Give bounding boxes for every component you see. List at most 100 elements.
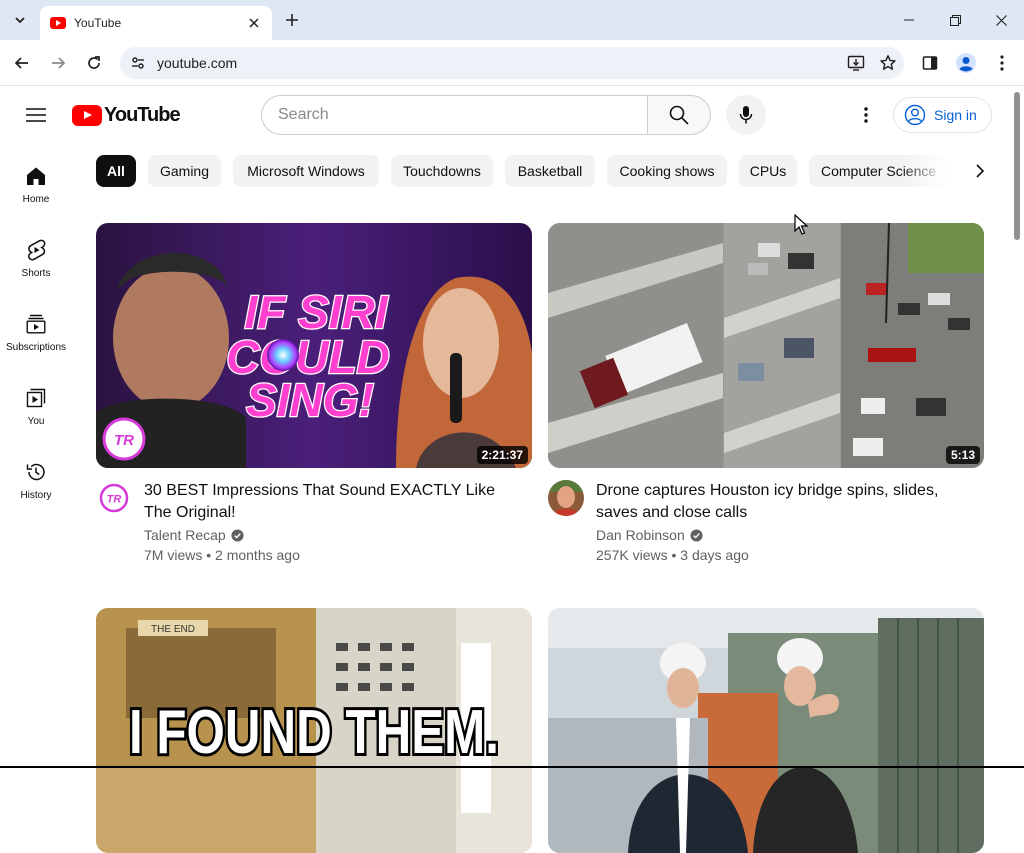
install-app-button[interactable]: [840, 47, 872, 79]
video-title[interactable]: 30 BEST Impressions That Sound EXACTLY L…: [144, 480, 514, 524]
subscriptions-icon: [24, 312, 48, 336]
star-icon: [880, 55, 896, 70]
restore-button[interactable]: [932, 4, 978, 36]
bookmark-button[interactable]: [872, 47, 904, 79]
chip-touchdowns[interactable]: Touchdowns: [391, 155, 493, 187]
chevron-right-icon: [976, 164, 985, 178]
channel-avatar[interactable]: TR: [96, 480, 132, 516]
thumbnail-image: IF SIRI COULD SING! TR: [96, 223, 532, 468]
scrollbar-thumb[interactable]: [1014, 92, 1020, 240]
youtube-favicon-icon: [50, 17, 66, 29]
search-icon: [669, 105, 689, 125]
thumbnail-image: [548, 608, 984, 853]
minimize-button[interactable]: [886, 4, 932, 36]
avatar-badge-text: TR: [107, 494, 122, 506]
video-card[interactable]: THE END I FOUND THEM.: [96, 608, 532, 853]
guide-menu-button[interactable]: [20, 99, 52, 131]
side-panel-icon: [922, 56, 938, 70]
back-button[interactable]: [8, 49, 36, 77]
guide-label: You: [27, 416, 45, 427]
chip-cooking-shows[interactable]: Cooking shows: [607, 155, 727, 187]
channel-name[interactable]: Talent Recap: [144, 527, 226, 543]
home-icon: [24, 164, 48, 188]
profile-avatar-icon: [956, 53, 976, 73]
minimize-icon: [904, 19, 914, 21]
account-circle-icon: [904, 104, 926, 126]
page-scrollbar[interactable]: [1010, 86, 1024, 768]
guide-label: History: [20, 490, 52, 501]
reload-button[interactable]: [80, 49, 108, 77]
video-thumbnail[interactable]: IF SIRI COULD SING! TR 2:21:37: [96, 223, 532, 468]
video-stats: 7M views • 2 months ago: [144, 547, 300, 563]
channel-name-row: Talent Recap: [144, 527, 244, 543]
more-vert-icon: [864, 107, 868, 123]
channel-name-row: Dan Robinson: [596, 527, 703, 543]
chip-gaming[interactable]: Gaming: [148, 155, 221, 187]
tab-search-button[interactable]: [8, 8, 32, 32]
browser-tab[interactable]: YouTube: [40, 6, 272, 40]
side-panel-button[interactable]: [916, 49, 944, 77]
video-duration: 5:13: [945, 446, 980, 464]
url-text: youtube.com: [157, 55, 238, 71]
close-icon: [995, 14, 1007, 26]
hamburger-menu-icon: [26, 108, 46, 122]
sign-in-button[interactable]: Sign in: [893, 97, 992, 133]
thumb-text-line3: SING!: [246, 374, 374, 426]
chip-microsoft-windows[interactable]: Microsoft Windows: [233, 155, 379, 187]
youtube-play-logo-icon: [72, 104, 102, 126]
video-card[interactable]: IF SIRI COULD SING! TR 2:21:37 TR 30 BES…: [96, 223, 532, 568]
video-card[interactable]: 5:13 Drone captures Houston icy bridge s…: [548, 223, 984, 568]
more-vert-icon: [1000, 55, 1004, 71]
history-icon: [24, 460, 48, 484]
close-icon: [249, 18, 259, 28]
install-icon: [847, 55, 865, 71]
chevron-down-icon: [15, 17, 25, 24]
video-duration: 2:21:37: [476, 446, 528, 464]
forward-button[interactable]: [44, 49, 72, 77]
guide-item-history[interactable]: History: [0, 440, 72, 510]
thumbnail-image: [548, 223, 984, 468]
guide-item-home[interactable]: Home: [0, 144, 72, 214]
voice-search-button[interactable]: [726, 95, 766, 135]
guide-item-shorts[interactable]: Shorts: [0, 218, 72, 288]
channel-name[interactable]: Dan Robinson: [596, 527, 685, 543]
chips-fade: [900, 155, 960, 187]
address-bar[interactable]: youtube.com: [120, 47, 904, 79]
restore-icon: [949, 14, 961, 26]
youtube-logo[interactable]: YouTube: [72, 104, 181, 126]
youtube-masthead: YouTube Sign in: [0, 86, 1010, 144]
new-tab-button[interactable]: [280, 8, 304, 32]
arrow-left-icon: [14, 57, 28, 69]
video-thumbnail[interactable]: 5:13: [548, 223, 984, 468]
close-window-button[interactable]: [978, 4, 1024, 36]
browser-menu-button[interactable]: [988, 49, 1016, 77]
video-meta: TR 30 BEST Impressions That Sound EXACTL…: [96, 468, 532, 568]
video-thumbnail[interactable]: [548, 608, 984, 853]
chip-basketball[interactable]: Basketball: [505, 155, 595, 187]
search-input[interactable]: [278, 106, 648, 124]
verified-badge-icon: [231, 528, 244, 542]
search-button[interactable]: [647, 95, 711, 135]
video-card[interactable]: [548, 608, 984, 853]
channel-avatar[interactable]: [548, 480, 584, 516]
microphone-icon: [739, 106, 753, 124]
guide-label: Subscriptions: [5, 342, 67, 353]
sign-in-label: Sign in: [934, 107, 977, 123]
chip-cpus[interactable]: CPUs: [739, 155, 797, 187]
site-info-button[interactable]: [122, 47, 154, 79]
video-thumbnail[interactable]: THE END I FOUND THEM.: [96, 608, 532, 853]
video-meta: Drone captures Houston icy bridge spins,…: [548, 468, 984, 568]
guide-item-you[interactable]: You: [0, 366, 72, 436]
thumbnail-image: THE END I FOUND THEM.: [96, 608, 532, 853]
search-field[interactable]: [261, 95, 648, 135]
video-title[interactable]: Drone captures Houston icy bridge spins,…: [596, 480, 966, 524]
profile-button[interactable]: [952, 49, 980, 77]
guide-label: Shorts: [21, 268, 51, 279]
video-stats: 257K views • 3 days ago: [596, 547, 749, 563]
verified-badge-icon: [690, 528, 703, 542]
guide-item-subscriptions[interactable]: Subscriptions: [0, 292, 72, 362]
tab-close-button[interactable]: [246, 15, 262, 31]
settings-more-button[interactable]: [850, 99, 882, 131]
chips-next-button[interactable]: [964, 155, 996, 187]
chip-all[interactable]: All: [96, 155, 136, 187]
